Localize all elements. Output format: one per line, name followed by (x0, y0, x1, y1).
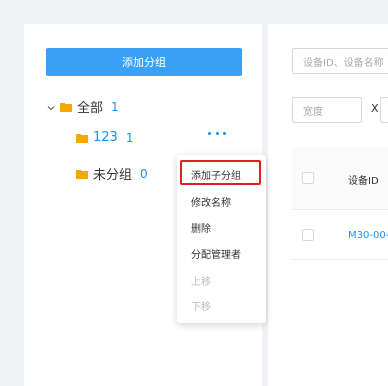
menu-item-rename[interactable]: 修改名称 (191, 194, 231, 209)
tree-item-123[interactable]: 123 1 (76, 130, 133, 145)
column-device-id: 设备ID (348, 176, 379, 187)
device-id-link[interactable]: M30-00- (348, 230, 388, 241)
menu-item-add-subgroup[interactable]: 添加子分组 (191, 167, 241, 182)
context-menu: 添加子分组 修改名称 删除 分配管理者 上移 下移 (177, 155, 266, 323)
menu-item-move-up: 上移 (191, 277, 211, 288)
search-input[interactable]: 设备ID、设备名称 (292, 48, 388, 74)
table-header: 设备ID (292, 147, 388, 210)
tree-item-label: 未分组 (93, 168, 133, 183)
more-actions-icon[interactable] (208, 128, 226, 138)
tree-item-label: 全部 (77, 101, 104, 116)
row-checkbox[interactable] (302, 229, 314, 241)
folder-icon (60, 102, 72, 112)
menu-item-assign-manager[interactable]: 分配管理者 (191, 246, 241, 261)
select-all-checkbox[interactable] (302, 172, 314, 184)
search-placeholder: 设备ID、设备名称 (303, 57, 384, 69)
tree-item-all[interactable]: 全部 1 (46, 97, 119, 116)
folder-icon (76, 133, 88, 143)
height-input[interactable] (380, 97, 388, 123)
tree-item-label: 123 (93, 130, 118, 145)
width-placeholder: 宽度 (303, 106, 323, 118)
add-group-button[interactable]: 添加分组 (46, 48, 242, 76)
width-input[interactable]: 宽度 (292, 97, 362, 123)
tree-item-ungrouped[interactable]: 未分组 0 (76, 164, 148, 183)
tree-item-count: 0 (140, 166, 148, 181)
chevron-down-icon[interactable] (46, 102, 56, 112)
tree-item-count: 1 (111, 99, 119, 114)
menu-item-delete[interactable]: 删除 (191, 220, 211, 235)
device-panel: 设备ID、设备名称 宽度 X 设备ID M30-00- (268, 24, 388, 386)
tree-item-count: 1 (125, 130, 134, 145)
menu-item-move-down: 下移 (191, 302, 211, 313)
table-row: M30-00- (292, 210, 388, 260)
dimension-separator: X (371, 102, 379, 115)
folder-icon (76, 169, 88, 179)
